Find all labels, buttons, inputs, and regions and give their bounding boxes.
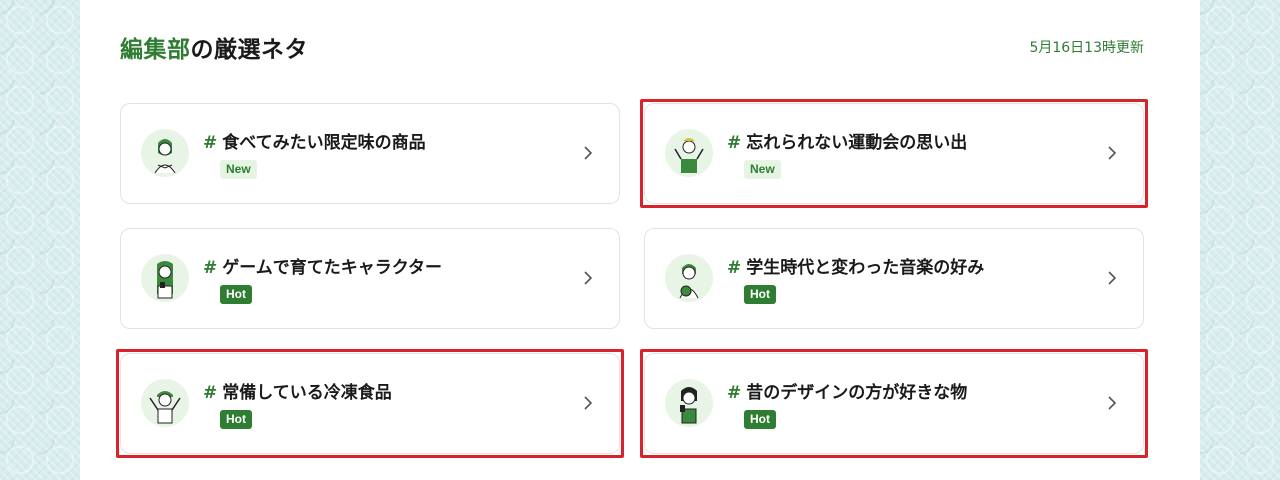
avatar-icon (141, 254, 189, 302)
topic-card-sports-day[interactable]: # 忘れられない運動会の思い出 New (640, 99, 1148, 208)
avatar-icon (665, 129, 713, 177)
chevron-right-icon (583, 395, 593, 411)
chevron-right-icon (1107, 145, 1117, 161)
chevron-right-icon (583, 145, 593, 161)
topic-card-game-character[interactable]: # ゲームで育てたキャラクター Hot (120, 228, 620, 329)
content-panel: 編集部の厳選ネタ 5月16日13時更新 # 食べてみたい限定味の商品 New # 忘… (80, 0, 1200, 480)
updated-timestamp: 5月16日13時更新 (1029, 40, 1144, 56)
chevron-right-icon (1107, 395, 1117, 411)
chevron-right-icon (583, 270, 593, 286)
new-badge: New (220, 160, 257, 179)
new-badge: New (744, 160, 781, 179)
avatar-icon (141, 379, 189, 427)
avatar-icon (665, 254, 713, 302)
card-title: # 昔のデザインの方が好きな物 (727, 383, 968, 403)
avatar-icon (665, 379, 713, 427)
topic-card-old-design[interactable]: # 昔のデザインの方が好きな物 Hot (640, 349, 1148, 458)
section-title-accent: 編集部 (120, 37, 191, 63)
hot-badge: Hot (744, 285, 776, 304)
chevron-right-icon (1107, 270, 1117, 286)
card-title: # 忘れられない運動会の思い出 (727, 133, 968, 153)
card-title: # ゲームで育てたキャラクター (203, 258, 443, 278)
card-title: # 学生時代と変わった音楽の好み (727, 258, 985, 278)
card-title: # 常備している冷凍食品 (203, 383, 392, 403)
hot-badge: Hot (744, 410, 776, 429)
hot-badge: Hot (220, 285, 252, 304)
section-title: 編集部の厳選ネタ (120, 30, 308, 64)
section-title-rest: の厳選ネタ (190, 37, 308, 63)
topic-card-frozen-food[interactable]: # 常備している冷凍食品 Hot (116, 349, 624, 458)
topic-card-music-taste[interactable]: # 学生時代と変わった音楽の好み Hot (644, 228, 1144, 329)
hot-badge: Hot (220, 410, 252, 429)
topic-card-limited-flavor[interactable]: # 食べてみたい限定味の商品 New (120, 103, 620, 204)
card-title: # 食べてみたい限定味の商品 (203, 133, 426, 153)
avatar-icon (141, 129, 189, 177)
